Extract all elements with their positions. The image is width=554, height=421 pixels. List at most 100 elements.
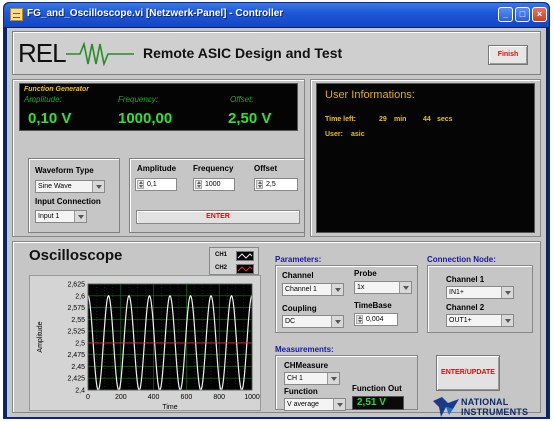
scope-parameters-group: Channel Channel 1 Probe 1x Coupling DC T… [275, 265, 418, 333]
ni-line1: NATIONAL [461, 397, 509, 407]
legend-ch1-label: CH1 [215, 252, 228, 258]
amplitude-display-value: 0,10 V [28, 110, 72, 127]
channel2-value: OUT1+ [449, 317, 472, 324]
labview-vi-icon [10, 8, 23, 21]
generator-parameters-group: Amplitude Frequency Offset 0,1 1000 2,5 … [129, 158, 305, 233]
waveform-type-select[interactable]: Sine Wave [35, 180, 105, 193]
enter-update-button[interactable]: ENTER/UPDATE [436, 355, 500, 391]
fg-heading: Function Generator [24, 86, 89, 93]
enter-button[interactable]: ENTER [136, 210, 300, 224]
spinner-icon[interactable] [356, 315, 363, 324]
y-tick-label: 2,55 [71, 317, 85, 324]
page-title: Remote ASIC Design and Test [143, 45, 343, 61]
probe-label: Probe [354, 269, 377, 278]
channel-label: Channel [282, 271, 314, 280]
offset-input[interactable]: 2,5 [254, 178, 298, 191]
legend-ch2-swatch [236, 264, 254, 274]
minutes-unit: min [394, 116, 407, 123]
probe-select[interactable]: 1x [354, 281, 412, 294]
front-panel: REL Remote ASIC Design and Test Finish F… [7, 28, 546, 417]
amplitude-input-label: Amplitude [137, 164, 177, 173]
timebase-input[interactable]: 0,004 [354, 313, 398, 326]
x-tick-label: 1000 [244, 394, 260, 401]
maximize-button[interactable]: □ [515, 7, 530, 22]
coupling-value: DC [285, 318, 296, 325]
offset-display-label: Offset: [230, 95, 254, 104]
waveform-settings-group: Waveform Type Sine Wave Input Connection… [28, 158, 120, 233]
function-generator-panel: Function Generator Amplitude: Frequency:… [12, 79, 305, 237]
plot-legend[interactable]: CH1 CH2 [209, 247, 259, 275]
legend-ch2-label: CH2 [215, 265, 228, 271]
user-label: User: [325, 131, 343, 138]
waveform-graph[interactable]: 0 200 400 600 800 1000 2,4 2,425 2,45 2,475 2,5 2,5… [29, 275, 261, 411]
y-tick-label: 2,425 [67, 376, 85, 383]
waveform-type-value: Sine Wave [38, 183, 72, 190]
offset-display-value: 2,50 V [228, 110, 272, 127]
y-axis-label: Amplitude [37, 321, 44, 352]
oscilloscope-panel: Oscilloscope CH1 CH2 0 200 400 600 800 1000 2,… [12, 241, 541, 417]
finish-button[interactable]: Finish [488, 45, 528, 65]
coupling-label: Coupling [282, 304, 317, 313]
ni-line2: INSTRUMENTS [461, 407, 529, 417]
close-button[interactable]: × [532, 7, 547, 22]
waveform-chart: 0 200 400 600 800 1000 2,4 2,425 2,45 2,475 2,5 2,5… [37, 282, 260, 412]
chevron-down-icon [331, 316, 343, 327]
y-tick-label: 2,575 [67, 305, 85, 312]
chmeasure-select[interactable]: CH 1 [284, 372, 340, 385]
app-window: FG_and_Oscilloscope.vi [Netzwerk-Panel] … [3, 2, 550, 419]
channel-select[interactable]: Channel 1 [282, 283, 344, 296]
minimize-button[interactable]: _ [498, 7, 513, 22]
waveform-type-label: Waveform Type [35, 166, 94, 175]
y-tick-label: 2,5 [75, 340, 85, 347]
chevron-down-icon [501, 315, 513, 326]
chmeasure-label: CHMeasure [284, 361, 329, 370]
channel-value: Channel 1 [285, 286, 317, 293]
y-tick-label: 2,525 [67, 329, 85, 336]
channel1-node-select[interactable]: IN1+ [446, 286, 514, 299]
input-connection-select[interactable]: Input 1 [35, 210, 87, 223]
channel1-label: Channel 1 [446, 275, 485, 284]
window-title: FG_and_Oscilloscope.vi [Netzwerk-Panel] … [27, 8, 284, 19]
header-banner: REL Remote ASIC Design and Test Finish [12, 31, 541, 75]
national-instruments-logo: NATIONAL INSTRUMENTS [431, 397, 539, 417]
spinner-icon[interactable] [195, 180, 202, 189]
seconds-unit: secs [437, 116, 453, 123]
function-out-label: Function Out [352, 384, 402, 393]
measurements-group: CHMeasure CH 1 Function V average Functi… [275, 355, 418, 411]
y-tick-label: 2,475 [67, 352, 85, 359]
ni-eagle-icon [433, 397, 459, 417]
frequency-display-value: 1000,00 [118, 110, 173, 127]
user-info-panel: User Informations: Time left: 29 min 44 … [310, 79, 541, 237]
parameters-title: Parameters: [275, 255, 322, 264]
function-select[interactable]: V average [284, 398, 346, 411]
pulse-icon [66, 42, 134, 66]
chevron-down-icon [399, 282, 411, 293]
frequency-display-label: Frequency: [118, 95, 159, 104]
amplitude-display-label: Amplitude: [24, 95, 62, 104]
oscilloscope-title: Oscilloscope [29, 247, 123, 264]
y-tick-label: 2,6 [75, 293, 85, 300]
x-tick-label: 800 [213, 394, 225, 401]
frequency-input-value: 1000 [205, 181, 221, 188]
coupling-select[interactable]: DC [282, 315, 344, 328]
chevron-down-icon [92, 181, 104, 192]
x-tick-label: 400 [148, 394, 160, 401]
amplitude-input[interactable]: 0,1 [135, 178, 177, 191]
frequency-input-label: Frequency [193, 164, 234, 173]
minutes-value: 29 [379, 116, 387, 123]
function-label: Function [284, 387, 318, 396]
channel1-value: IN1+ [449, 289, 464, 296]
probe-value: 1x [357, 284, 365, 291]
title-bar[interactable]: FG_and_Oscilloscope.vi [Netzwerk-Panel] … [4, 3, 549, 27]
function-value: V average [287, 401, 319, 408]
legend-ch1-swatch [236, 251, 254, 261]
chevron-down-icon [333, 399, 345, 410]
chevron-down-icon [327, 373, 339, 384]
y-tick-label: 2,4 [75, 388, 85, 395]
timebase-label: TimeBase [354, 301, 392, 310]
chevron-down-icon [501, 287, 513, 298]
spinner-icon[interactable] [137, 180, 144, 189]
channel2-node-select[interactable]: OUT1+ [446, 314, 514, 327]
spinner-icon[interactable] [256, 180, 263, 189]
frequency-input[interactable]: 1000 [193, 178, 235, 191]
